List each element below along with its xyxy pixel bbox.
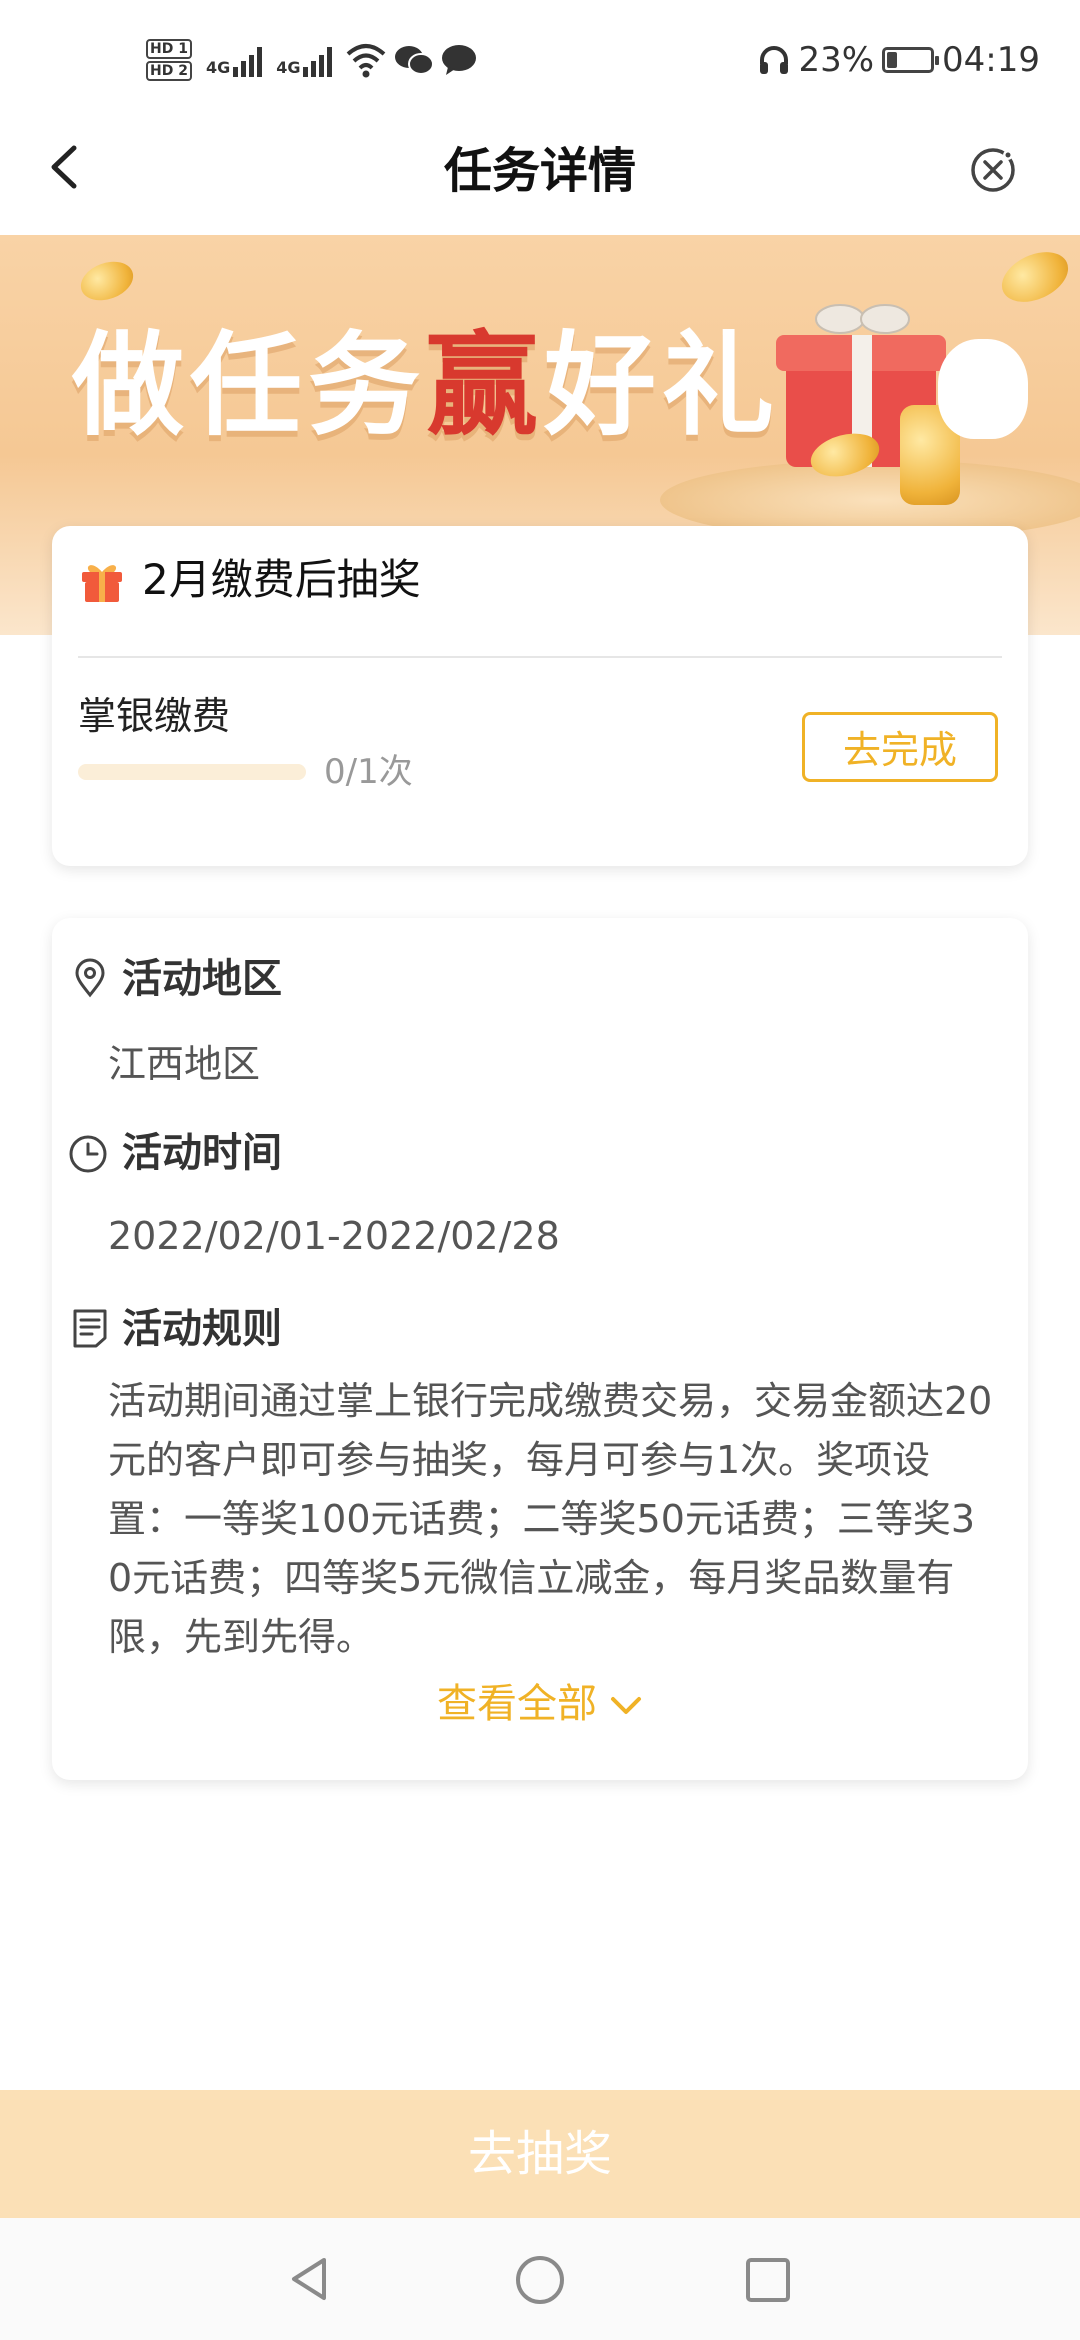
sim2-label: HD 2 <box>146 61 192 81</box>
time-value: 2022/02/01-2022/02/28 <box>108 1214 560 1258</box>
banner-text-part1: 做任务 <box>72 321 426 451</box>
chevron-down-icon <box>611 1697 641 1714</box>
status-left: HD 1 HD 2 4G 4G <box>146 38 478 82</box>
banner-text-highlight: 赢 <box>426 321 544 451</box>
location-pin-icon <box>75 958 105 998</box>
network1-label: 4G <box>205 58 231 77</box>
banner-headline: 做任务赢好礼 <box>72 295 780 457</box>
nav-back-icon[interactable] <box>284 2254 334 2304</box>
time-title: 活动时间 <box>122 1130 282 1176</box>
battery-level-fill <box>887 52 898 68</box>
signal-icon: 4G <box>205 43 263 77</box>
close-circle-icon[interactable] <box>968 145 1018 195</box>
region-title: 活动地区 <box>122 956 282 1002</box>
headphones-icon <box>760 46 789 74</box>
sim-indicator: HD 1 HD 2 <box>146 38 192 82</box>
coin-decoration <box>993 242 1077 312</box>
view-all-label: 查看全部 <box>437 1681 597 1727</box>
task-name: 掌银缴费 <box>78 694 231 738</box>
system-nav-bar <box>0 2218 1080 2340</box>
gift-bow-icon <box>815 304 910 334</box>
status-right: 23% 04:19 <box>758 40 1040 80</box>
go-complete-button[interactable]: 去完成 <box>802 712 998 782</box>
gift-icon <box>82 565 122 602</box>
message-icon <box>442 45 477 75</box>
progress-count: 0/1次 <box>324 752 413 792</box>
signal-icon: 4G <box>276 43 333 77</box>
nav-home-icon[interactable] <box>514 2254 566 2306</box>
clock-icon <box>69 1135 107 1173</box>
view-all-button[interactable]: 查看全部 <box>0 1676 1080 1732</box>
battery-percent: 23% <box>798 40 875 80</box>
wifi-icon <box>347 44 386 78</box>
progress-track <box>78 764 306 780</box>
task-card-title: 2月缴费后抽奖 <box>142 555 421 604</box>
wechat-icon <box>395 46 435 75</box>
banner-text-part2: 好礼 <box>544 321 780 451</box>
nav-recents-icon[interactable] <box>744 2256 792 2304</box>
sim1-label: HD 1 <box>146 39 192 59</box>
rules-text: 活动期间通过掌上银行完成缴费交易，交易金额达20元的客户即可参与抽奖，每月可参与… <box>108 1379 993 1657</box>
clock: 04:19 <box>942 40 1040 80</box>
network2-label: 4G <box>276 58 301 77</box>
divider <box>78 656 1002 658</box>
rules-title: 活动规则 <box>122 1306 282 1352</box>
battery-icon <box>882 47 940 73</box>
document-icon <box>73 1309 107 1348</box>
region-value: 江西地区 <box>108 1042 261 1086</box>
lottery-button[interactable]: 去抽奖 <box>0 2090 1080 2218</box>
mascot-illustration <box>938 339 1028 439</box>
page-title: 任务详情 <box>443 143 636 199</box>
